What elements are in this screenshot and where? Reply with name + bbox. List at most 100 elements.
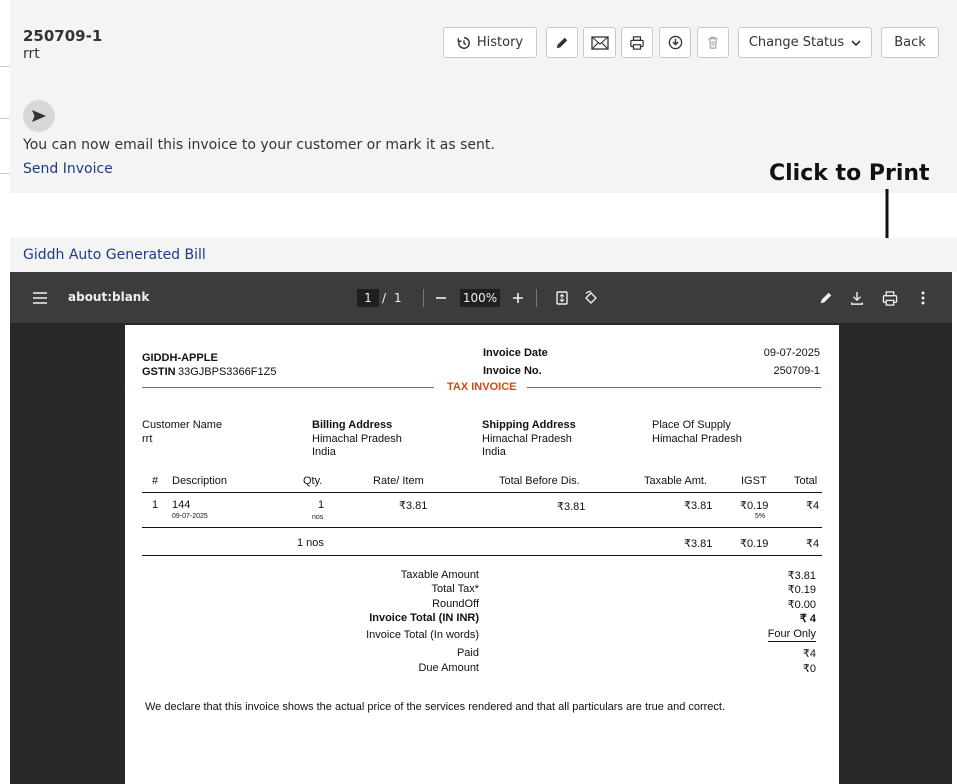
- left-divider: [0, 173, 10, 174]
- print-button[interactable]: [621, 27, 653, 58]
- history-button[interactable]: History: [443, 27, 537, 58]
- menu-icon[interactable]: [30, 288, 50, 308]
- gstin-value: 33GJBPS3366F1Z5: [178, 366, 277, 378]
- company-name: GIDDH-APPLE: [142, 352, 218, 364]
- pencil-icon: [555, 36, 569, 50]
- zoom-input[interactable]: 100%: [460, 289, 500, 307]
- more-options-icon[interactable]: [913, 288, 933, 308]
- place-of-supply-label: Place Of Supply: [652, 419, 731, 431]
- billing-address-label: Billing Address: [312, 419, 393, 431]
- customer-name-value: rrt: [142, 433, 153, 445]
- table-rule: [142, 527, 822, 528]
- summary-paid-label: Paid: [456, 647, 479, 659]
- history-label: History: [476, 35, 524, 50]
- bill-section-bar: Giddh Auto Generated Bill: [10, 238, 957, 272]
- email-button[interactable]: [583, 27, 616, 58]
- pdf-title: about:blank: [68, 290, 150, 304]
- summary-taxable-value: ₹3.81: [787, 570, 816, 582]
- pdf-page: GIDDH-APPLE GSTIN 33GJBPS3366F1Z5 Invoic…: [125, 325, 839, 784]
- row-qty: 1: [318, 499, 325, 511]
- row-igst-rate: 5%: [755, 513, 766, 520]
- row-igst: ₹0.19: [740, 500, 769, 512]
- download-button[interactable]: [659, 27, 691, 58]
- title-rule-right: [527, 387, 821, 388]
- totals-igst: ₹0.19: [740, 538, 769, 550]
- change-status-label: Change Status: [748, 35, 845, 50]
- page-scrollbar-track[interactable]: [952, 272, 957, 784]
- toolbar-divider: [423, 289, 424, 307]
- gstin-label: GSTIN: [142, 366, 176, 378]
- declaration-text: We declare that this invoice shows the a…: [145, 701, 726, 713]
- summary-tax-value: ₹0.19: [787, 584, 816, 596]
- send-icon: [23, 100, 55, 132]
- bill-section-label: Giddh Auto Generated Bill: [23, 247, 206, 263]
- rotate-icon[interactable]: [581, 288, 601, 308]
- column-header: IGST: [741, 475, 767, 487]
- billing-address-line: India: [312, 446, 336, 458]
- row-total: ₹4: [806, 500, 820, 512]
- pdf-download-icon[interactable]: [847, 288, 867, 308]
- summary-due-value: ₹0: [802, 663, 816, 675]
- send-invoice-link[interactable]: Send Invoice: [23, 161, 113, 177]
- pdf-toolbar: about:blank 1 / 1 100%: [10, 272, 952, 323]
- place-of-supply-value: Himachal Pradesh: [652, 433, 742, 445]
- summary-roundoff-value: ₹0.00: [787, 599, 816, 611]
- annotate-pencil-icon[interactable]: [816, 288, 836, 308]
- summary-words-label: Invoice Total (In words): [366, 629, 479, 641]
- page-number-input[interactable]: 1: [357, 289, 379, 307]
- row-description: 144: [172, 499, 191, 511]
- invoice-number: 250709-1: [23, 27, 103, 45]
- envelope-icon: [590, 35, 609, 50]
- download-circle-icon: [668, 35, 683, 50]
- totals-taxable: ₹3.81: [684, 538, 713, 550]
- table-rule: [142, 555, 822, 556]
- totals-total: ₹4: [806, 538, 820, 550]
- column-header: Taxable Amt.: [644, 475, 707, 487]
- table-rule: [142, 492, 822, 493]
- shipping-address-line: Himachal Pradesh: [482, 433, 572, 445]
- tax-invoice-title: TAX INVOICE: [447, 381, 517, 393]
- shipping-address-label: Shipping Address: [482, 419, 576, 431]
- fit-page-icon[interactable]: [553, 288, 571, 308]
- page-separator: /: [382, 291, 387, 305]
- left-divider: [0, 118, 10, 119]
- column-header: Qty.: [303, 475, 323, 487]
- summary-total-label: Invoice Total (IN INR): [369, 612, 479, 624]
- trash-icon: [707, 36, 719, 49]
- summary-taxable-label: Taxable Amount: [400, 569, 479, 581]
- delete-button[interactable]: [697, 27, 729, 58]
- pdf-viewer: about:blank 1 / 1 100% GIDDH-APPLE GSTIN…: [10, 272, 952, 784]
- shipping-address-line: India: [482, 446, 506, 458]
- summary-total-value: ₹ 4: [799, 613, 816, 625]
- zoom-out-icon[interactable]: [433, 288, 449, 308]
- back-button[interactable]: Back: [881, 27, 939, 58]
- summary-tax-label: Total Tax*: [431, 583, 480, 595]
- billing-address-line: Himachal Pradesh: [312, 433, 402, 445]
- chevron-down-icon: [851, 39, 861, 47]
- printer-icon: [630, 35, 644, 50]
- row-taxable: ₹3.81: [684, 500, 713, 512]
- row-qty-unit: nos: [312, 514, 324, 521]
- summary-words-value: Four Only: [767, 628, 816, 642]
- invoice-no-value: 250709-1: [773, 365, 821, 377]
- totals-qty: 1 nos: [297, 537, 324, 549]
- invoice-date-label: Invoice Date: [483, 347, 548, 359]
- column-header: #: [152, 475, 159, 487]
- summary-paid-value: ₹4: [802, 648, 816, 660]
- change-status-dropdown[interactable]: Change Status: [738, 27, 872, 58]
- column-header: Description: [172, 475, 228, 487]
- column-header: Total Before Dis.: [499, 475, 580, 487]
- invoice-customer: rrt: [23, 46, 40, 62]
- row-total-before-dis: ₹3.81: [557, 501, 586, 513]
- left-divider: [0, 66, 10, 67]
- edit-button[interactable]: [546, 27, 578, 58]
- history-icon: [457, 36, 471, 50]
- zoom-in-icon[interactable]: [510, 288, 526, 308]
- summary-roundoff-label: RoundOff: [432, 598, 479, 610]
- column-header: Rate/ Item: [373, 475, 424, 487]
- pdf-print-icon[interactable]: [880, 288, 900, 308]
- summary-due-label: Due Amount: [418, 662, 479, 674]
- column-header: Total: [794, 475, 818, 487]
- print-annotation: Click to Print: [769, 161, 930, 186]
- row-index: 1: [152, 499, 159, 511]
